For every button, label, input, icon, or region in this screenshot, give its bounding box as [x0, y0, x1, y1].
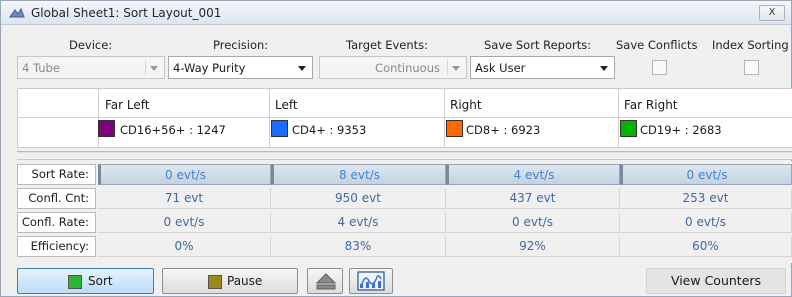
sort-rate-far-right: 0 evt/s: [620, 164, 792, 185]
sort-rate-right: 4 evt/s: [446, 164, 620, 185]
sort-targets-grid: Far Left Left Right Far Right CD16+56+ :…: [17, 88, 792, 149]
pause-button[interactable]: Pause: [162, 268, 298, 294]
sort-rate-left: 8 evt/s: [271, 164, 446, 185]
target-name-right: Right: [450, 98, 482, 112]
grid-divider: [18, 117, 792, 118]
sort-layout-window: Global Sheet1: Sort Layout_001 X Device:…: [0, 0, 792, 297]
eject-icon: [315, 273, 337, 290]
sort-layout-icon: [9, 7, 25, 18]
gate-far-right[interactable]: CD19+ : 2683: [640, 123, 722, 137]
confl-rate-far-left: 0 evt/s: [98, 212, 271, 233]
combo-divider: [145, 60, 146, 75]
efficiency-right: 92%: [446, 236, 620, 257]
save-sort-reports-label: Save Sort Reports:: [484, 38, 592, 52]
sort-rate-far-left: 0 evt/s: [98, 164, 271, 185]
gate-color-swatch[interactable]: [620, 120, 637, 137]
efficiency-far-right: 60%: [620, 236, 792, 257]
confl-cnt-right: 437 evt: [446, 188, 620, 209]
gate-color-swatch[interactable]: [98, 120, 115, 137]
index-sorting-checkbox[interactable]: [744, 60, 759, 75]
pause-icon: [208, 275, 222, 289]
target-events-value: Continuous: [375, 61, 440, 75]
efficiency-label: Efficiency:: [17, 236, 96, 257]
device-select[interactable]: 4 Tube: [17, 56, 165, 79]
eject-button[interactable]: [307, 268, 343, 294]
gate-left[interactable]: CD4+ : 9353: [292, 123, 366, 137]
grid-divider: [98, 89, 99, 149]
sort-statistics-table: Sort Rate: 0 evt/s 8 evt/s 4 evt/s 0 evt…: [17, 161, 792, 263]
target-events-label: Target Events:: [346, 38, 429, 52]
sort-icon: [68, 275, 82, 289]
confl-cnt-left: 950 evt: [271, 188, 446, 209]
confl-cnt-far-right: 253 evt: [620, 188, 792, 209]
combo-divider: [447, 60, 448, 75]
device-label: Device:: [69, 38, 113, 52]
grid-separator: [17, 148, 792, 160]
confl-cnt-far-left: 71 evt: [98, 188, 271, 209]
grid-divider: [618, 89, 619, 149]
calibration-icon: [357, 271, 385, 291]
pause-button-label: Pause: [227, 274, 263, 288]
save-conflicts-label: Save Conflicts: [616, 38, 698, 52]
device-value: 4 Tube: [22, 61, 60, 75]
grid-divider: [269, 89, 270, 149]
gate-color-swatch[interactable]: [271, 120, 288, 137]
target-name-far-left: Far Left: [105, 98, 150, 112]
precision-select[interactable]: 4-Way Purity: [168, 56, 313, 79]
efficiency-far-left: 0%: [98, 236, 271, 257]
calibration-button[interactable]: [349, 268, 393, 294]
view-counters-button[interactable]: View Counters: [646, 268, 786, 294]
confl-rate-right: 0 evt/s: [446, 212, 620, 233]
precision-value: 4-Way Purity: [173, 61, 246, 75]
save-sort-reports-select[interactable]: Ask User: [470, 56, 615, 79]
window-title: Global Sheet1: Sort Layout_001: [31, 6, 222, 20]
confl-rate-label: Confl. Rate:: [17, 212, 96, 233]
chevron-down-icon: [600, 66, 608, 71]
chevron-down-icon: [150, 66, 158, 71]
sort-button-label: Sort: [88, 274, 113, 288]
target-events-select[interactable]: Continuous: [319, 56, 467, 79]
precision-label: Precision:: [213, 38, 269, 52]
save-sort-reports-value: Ask User: [475, 61, 526, 75]
gate-far-left[interactable]: CD16+56+ : 1247: [120, 123, 226, 137]
gate-right[interactable]: CD8+ : 6923: [466, 123, 540, 137]
title-bar: Global Sheet1: Sort Layout_001 X: [1, 1, 791, 25]
sort-rate-label: Sort Rate:: [17, 164, 96, 185]
confl-rate-far-right: 0 evt/s: [620, 212, 792, 233]
grid-divider: [444, 89, 445, 149]
target-name-far-right: Far Right: [624, 98, 678, 112]
target-name-left: Left: [275, 98, 298, 112]
gate-color-swatch[interactable]: [446, 120, 463, 137]
confl-rate-left: 4 evt/s: [271, 212, 446, 233]
chevron-down-icon: [452, 66, 460, 71]
separator-line: [17, 151, 792, 153]
efficiency-left: 83%: [271, 236, 446, 257]
close-button[interactable]: X: [759, 5, 785, 21]
save-conflicts-checkbox[interactable]: [652, 60, 667, 75]
index-sorting-label: Index Sorting: [712, 38, 789, 52]
confl-cnt-label: Confl. Cnt:: [17, 188, 96, 209]
chevron-down-icon: [298, 66, 306, 71]
sort-button[interactable]: Sort: [17, 268, 154, 294]
